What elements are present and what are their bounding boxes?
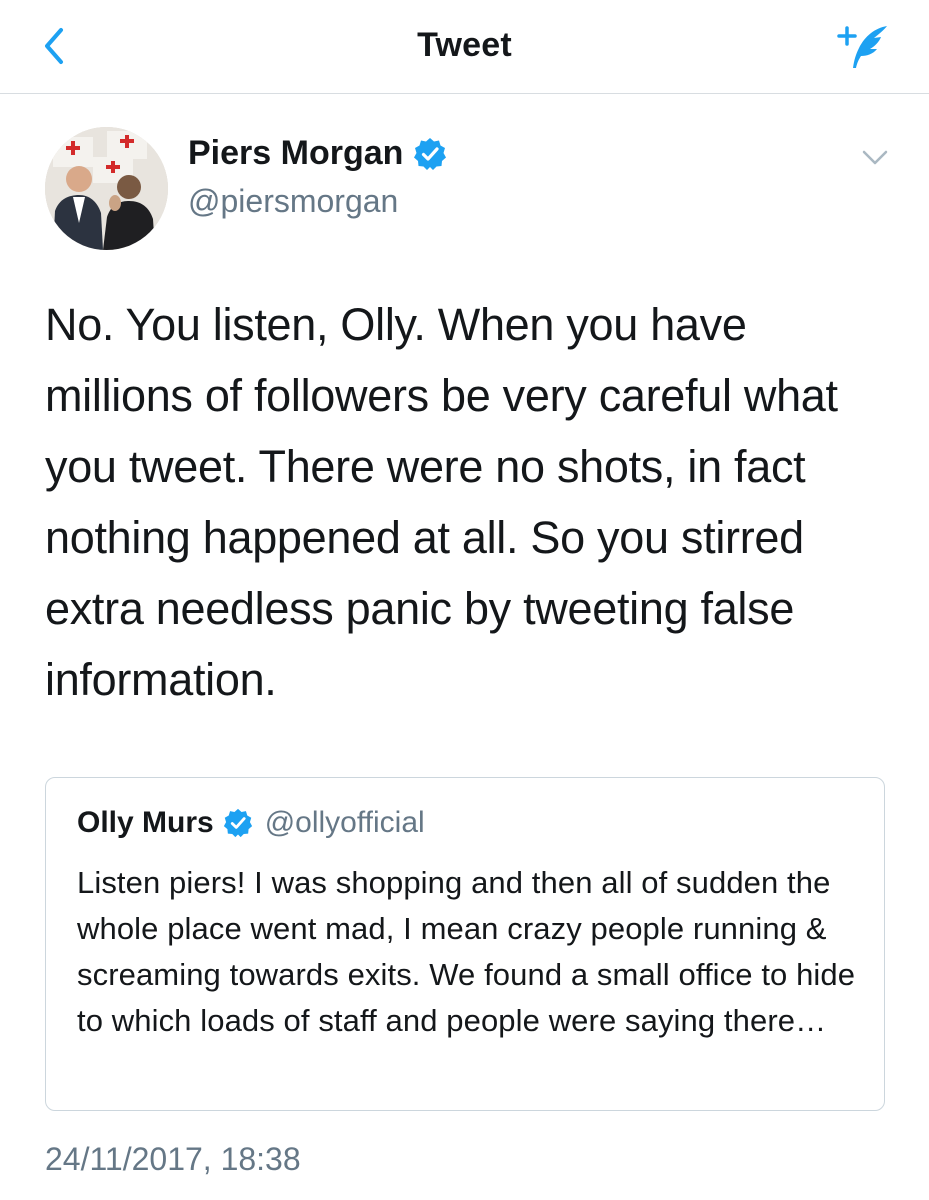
navigation-bar: Tweet [0, 0, 929, 94]
author-name-row: Piers Morgan [188, 134, 447, 173]
quoted-author-handle: @ollyofficial [264, 806, 425, 839]
verified-badge-icon [223, 808, 253, 838]
more-options-button[interactable] [859, 144, 891, 172]
verified-badge-icon [413, 137, 447, 171]
quoted-tweet-header: Olly Murs @ollyofficial [77, 806, 425, 840]
compose-feather-icon [837, 26, 887, 68]
avatar-photo [45, 127, 168, 250]
tweet-text: No. You listen, Olly. When you have mill… [45, 299, 838, 705]
chevron-down-icon [862, 150, 888, 165]
author-handle[interactable]: @piersmorgan [188, 183, 398, 220]
page-title: Tweet [417, 26, 512, 64]
quoted-tweet-card[interactable]: Olly Murs @ollyofficial Listen piers! I … [45, 777, 885, 1111]
author-name[interactable]: Piers Morgan [188, 134, 403, 173]
compose-tweet-button[interactable] [835, 20, 895, 76]
tweet-timestamp: 24/11/2017, 18:38 [45, 1141, 301, 1177]
quoted-author-name: Olly Murs [77, 806, 214, 839]
quoted-tweet-text: Listen piers! I was shopping and then al… [77, 865, 856, 1038]
avatar[interactable] [45, 127, 168, 250]
